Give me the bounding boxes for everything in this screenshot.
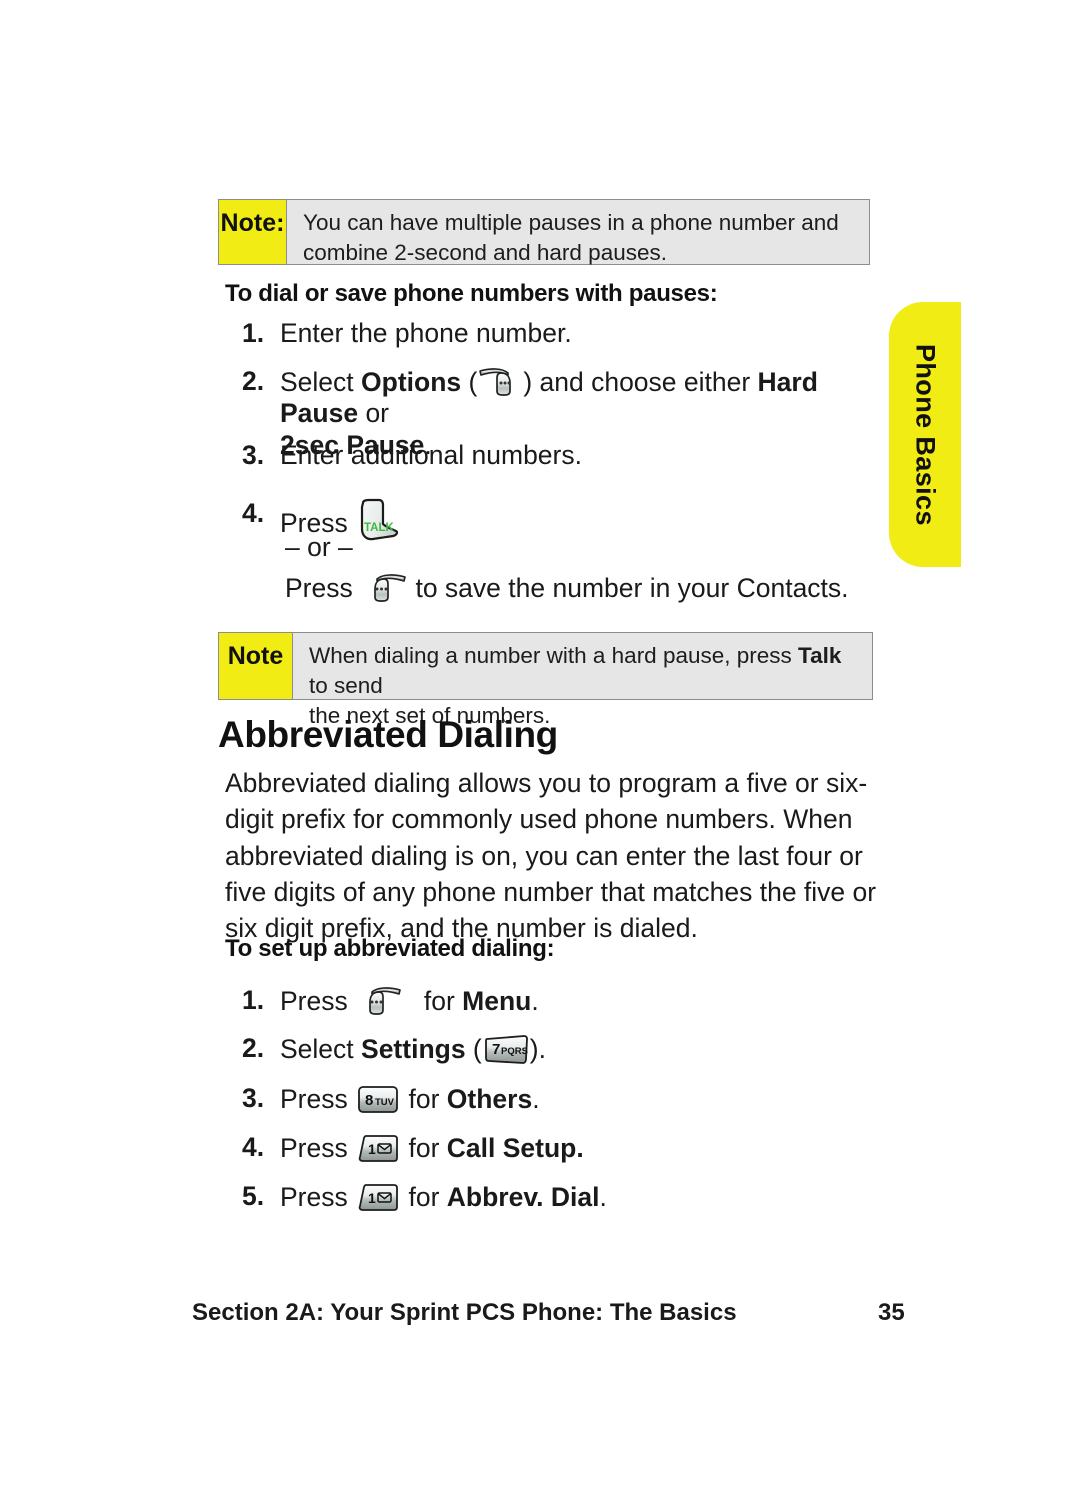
key-8-digit: 8 — [365, 1092, 373, 1109]
step-text-part: or — [358, 398, 390, 429]
key-1-digit: 1 — [368, 1141, 376, 1157]
procedure-heading-dial-save-pauses: To dial or save phone numbers with pause… — [225, 280, 718, 307]
footer-section-label: Section 2A: Your Sprint PCS Phone: The B… — [192, 1299, 737, 1326]
step-text-part: ( — [461, 367, 478, 397]
step-text-part: Press — [280, 1133, 356, 1163]
note1-line1: You can have multiple pauses in a phone … — [303, 210, 839, 235]
key-8-letters: TUV — [375, 1097, 395, 1108]
left-softkey-icon — [355, 985, 403, 1017]
note-box-hard-pause-talk: Note When dialing a number with a hard p… — [218, 632, 873, 728]
alternate-action-pre: Press — [285, 573, 361, 603]
step-emphasis: Settings — [361, 1034, 466, 1064]
step-text-part: for — [401, 1182, 447, 1212]
step-text-part: for — [401, 1084, 447, 1114]
step-number: 4. — [242, 1132, 265, 1162]
footer-page-number: 35 — [878, 1299, 905, 1326]
right-softkey-icon — [477, 366, 523, 398]
note-tag: Note — [219, 633, 293, 699]
alternate-action-post: to save the number in your Contacts. — [408, 573, 849, 603]
step-emphasis: Menu — [462, 986, 532, 1016]
step-number: 4. — [242, 498, 265, 528]
step-emphasis: Abbrev. Dial — [446, 1182, 600, 1212]
talk-key-icon: TALK — [355, 498, 405, 546]
section-paragraph: Abbreviated dialing allows you to progra… — [225, 768, 877, 944]
manual-page: Phone Basics Note: You can have multiple… — [0, 0, 1080, 1496]
key-7-digit: 7 — [492, 1041, 500, 1058]
step-text: Enter additional numbers. — [280, 440, 882, 471]
step-number: 1. — [242, 985, 265, 1015]
note-tag: Note: — [219, 200, 287, 264]
step-text-part: Press — [280, 1084, 356, 1114]
step-item: 3. Press 8 TUV for Others. — [242, 1083, 882, 1117]
side-tab-phone-basics: Phone Basics — [889, 302, 961, 567]
note2-post: to send — [309, 672, 383, 698]
step-emphasis: Options — [361, 367, 462, 397]
note-body: You can have multiple pauses in a phone … — [287, 200, 869, 265]
step-text-part: for — [401, 1133, 447, 1163]
step-text-part: ). — [529, 1034, 546, 1064]
step-text-part: ( — [465, 1034, 482, 1064]
step-item: 4. Press 1 for Call Setup. — [242, 1132, 882, 1166]
key-7-pqrs-icon: 7 PQRS — [482, 1033, 530, 1067]
svg-text:1: 1 — [368, 1190, 376, 1206]
step-item: 2. Select Settings ( 7 PQRS ). — [242, 1033, 882, 1067]
side-tab-label: Phone Basics — [910, 343, 941, 526]
talk-key-label: TALK — [364, 522, 395, 534]
key-8-tuv-icon: 8 TUV — [355, 1083, 401, 1117]
step-text-part: Press — [280, 1182, 356, 1212]
note-box-multiple-pauses: Note: You can have multiple pauses in a … — [218, 199, 870, 265]
step-text-part: for — [416, 986, 463, 1016]
step-text: Enter the phone number. — [280, 318, 882, 349]
left-softkey-icon — [360, 572, 408, 604]
note1-line2: combine 2-second and hard pauses. — [303, 239, 667, 265]
key-1-voicemail-icon: 1 — [355, 1132, 401, 1166]
step-text: Press for Menu. — [280, 985, 882, 1017]
step-text-part: Enter the phone number. — [280, 318, 572, 348]
step-item: 3. Enter additional numbers. — [242, 440, 882, 471]
step-text: Press 8 TUV for Others. — [280, 1083, 882, 1117]
step-number: 1. — [242, 318, 265, 348]
note-body: When dialing a number with a hard pause,… — [293, 633, 872, 728]
page-title: Abbreviated Dialing — [218, 714, 558, 755]
alternate-action: Press to save the number in your Contact… — [285, 572, 885, 604]
step-number: 5. — [242, 1181, 265, 1211]
step-number: 3. — [242, 440, 265, 470]
step-text-part: Select — [280, 1034, 362, 1064]
step-text-part: Enter additional numbers. — [280, 440, 582, 470]
step-text-part: . — [599, 1182, 607, 1212]
step-text-part: Select — [280, 367, 362, 397]
note2-emphasis: Talk — [798, 643, 842, 668]
step-text: Press TALK — [280, 498, 882, 546]
step-item: 1. Enter the phone number. — [242, 318, 882, 349]
note2-pre: When dialing a number with a hard pause,… — [309, 643, 799, 668]
step-number: 2. — [242, 1033, 265, 1063]
step-text-part: Press — [280, 986, 356, 1016]
step-text-part: . — [532, 1084, 540, 1114]
key-7-letters: PQRS — [501, 1046, 528, 1057]
key-1-voicemail-icon: 1 — [355, 1181, 401, 1215]
step-item: 1. Press for Menu. — [242, 985, 882, 1017]
step-text: Press 1 for Abbrev. Dial. — [280, 1181, 882, 1215]
step-text-part: ) and choose either — [523, 367, 758, 397]
step-text: Select Settings ( 7 PQRS ). — [280, 1033, 882, 1067]
step-emphasis: Others — [446, 1084, 533, 1114]
step-item: 5. Press 1 for Abbrev. Dial. — [242, 1181, 882, 1215]
procedure-heading-setup-abbrev-dialing: To set up abbreviated dialing: — [225, 935, 555, 962]
or-divider: – or – — [285, 532, 353, 562]
step-number: 2. — [242, 366, 265, 396]
step-text: Press 1 for Call Setup. — [280, 1132, 882, 1166]
step-number: 3. — [242, 1083, 265, 1113]
step-emphasis: Call Setup. — [446, 1133, 584, 1163]
step-text-part: . — [531, 986, 539, 1016]
